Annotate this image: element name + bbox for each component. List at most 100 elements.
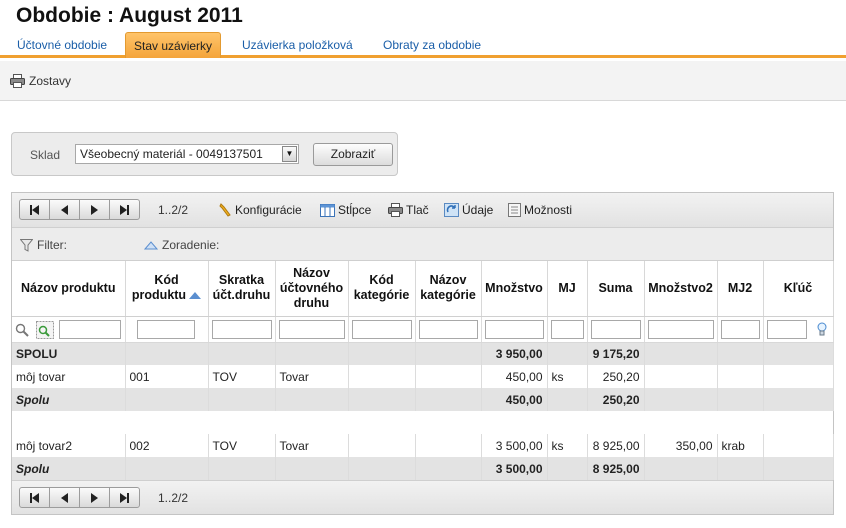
next-page-button[interactable]	[79, 199, 110, 220]
filter-input-kluc[interactable]	[766, 319, 807, 339]
col-header-nazov-kategorie[interactable]: Názov kategórie	[415, 261, 482, 317]
sort-label: Zoradenie:	[162, 238, 220, 252]
filter-cell-mj2	[717, 316, 764, 343]
filter-cell-skratka	[208, 316, 276, 343]
tab-stav-uzavierky[interactable]: Stav uzávierky	[125, 32, 222, 58]
page-range: 1..2/2	[158, 203, 189, 217]
tab-obraty-za-obdobie[interactable]: Obraty za obdobie	[375, 32, 489, 58]
filter-input-mnozstvo[interactable]	[484, 319, 544, 339]
last-page-button[interactable]	[109, 487, 140, 508]
options-label: Možnosti	[524, 203, 573, 217]
filter-input-mj[interactable]	[550, 319, 584, 339]
col-header-nazov-produktu[interactable]: Názov produktu	[12, 261, 126, 317]
table-row[interactable]: môj tovar2 002 TOV Tovar 3 500,00 ks 8 9…	[12, 434, 834, 457]
report-toolbar: Zostavy	[0, 61, 846, 101]
cell-mj2	[717, 365, 764, 388]
cell-mnozstvo2: 350,00	[644, 434, 718, 457]
table-row[interactable]: môj tovar 001 TOV Tovar 450,00 ks 250,20	[12, 365, 834, 388]
cell-nazov: môj tovar2	[12, 434, 126, 457]
sklad-label: Sklad	[30, 148, 61, 162]
filter-input-suma[interactable]	[590, 319, 641, 339]
refresh-icon	[444, 203, 459, 217]
data-button[interactable]: Údaje	[444, 203, 493, 217]
lightbulb-icon[interactable]	[817, 322, 827, 337]
cell-mnozstvo: 450,00	[481, 365, 548, 388]
col-header-mj[interactable]: MJ	[547, 261, 588, 317]
print-button[interactable]: Tlač	[388, 203, 429, 217]
grand-total-suma: 9 175,20	[587, 342, 645, 365]
filter-cell-druh	[275, 316, 349, 343]
col-header-suma[interactable]: Suma	[587, 261, 645, 317]
tab-uzavierka-polozkova[interactable]: Uzávierka položková	[234, 32, 361, 58]
subtotal-mnozstvo: 450,00	[481, 388, 548, 411]
cell-mj2: krab	[717, 434, 764, 457]
next-page-button[interactable]	[79, 487, 110, 508]
col-header-kod-produktu[interactable]: Kód produktu	[125, 261, 209, 317]
prev-page-button[interactable]	[49, 487, 80, 508]
col-header-mnozstvo2[interactable]: Množstvo2	[644, 261, 718, 317]
columns-button[interactable]: Stĺpce	[320, 203, 371, 217]
cell-mj: ks	[547, 434, 588, 457]
columns-icon	[320, 203, 335, 217]
col-header-mnozstvo[interactable]: Množstvo	[481, 261, 548, 317]
filter-drop-zone[interactable]: Filter:	[20, 238, 67, 252]
filter-input-kod[interactable]	[136, 319, 195, 339]
prev-page-button[interactable]	[49, 199, 80, 220]
options-button[interactable]: Možnosti	[508, 203, 572, 217]
data-grid: 1..2/2 Konfigurácie Stĺpce Tlač Údaje Mo…	[11, 192, 834, 515]
first-page-button[interactable]	[19, 199, 50, 220]
printer-icon	[10, 74, 25, 88]
data-label: Údaje	[462, 203, 494, 217]
filter-input-skratka[interactable]	[211, 319, 272, 339]
grand-total-row: SPOLU 3 950,00 9 175,20	[12, 342, 834, 365]
grid-footer: 1..2/2	[12, 480, 833, 514]
filter-input-kat-nazov[interactable]	[418, 319, 478, 339]
cell-skratka: TOV	[208, 434, 276, 457]
filter-cell-mnozstvo	[481, 316, 548, 343]
cell-druh: Tovar	[275, 434, 349, 457]
filter-input-nazov[interactable]	[59, 319, 121, 339]
sort-drop-zone[interactable]: Zoradenie:	[144, 238, 219, 252]
col-header-nazov-druhu[interactable]: Názov účtovného druhu	[275, 261, 349, 317]
filter-cell-mj	[547, 316, 588, 343]
cell-kat-nazov	[415, 434, 482, 457]
config-button[interactable]: Konfigurácie	[218, 203, 302, 217]
last-page-button[interactable]	[109, 199, 140, 220]
subtotal-row: Spolu 3 500,00 8 925,00	[12, 457, 834, 480]
zostavy-label: Zostavy	[29, 74, 72, 88]
filter-input-mj2[interactable]	[720, 319, 760, 339]
cell-mnozstvo2	[644, 365, 718, 388]
col-header-kod-produktu-label: Kód produktu	[131, 273, 187, 303]
print-label: Tlač	[406, 203, 429, 217]
tab-uctovne-obdobie[interactable]: Účtovné obdobie	[9, 32, 115, 58]
search-icon[interactable]	[15, 323, 29, 337]
filter-sort-row: Filter: Zoradenie:	[12, 228, 833, 261]
col-header-kod-kategorie[interactable]: Kód kategórie	[348, 261, 416, 317]
first-page-button[interactable]	[19, 487, 50, 508]
filter-label: Filter:	[37, 238, 67, 252]
clear-filter-icon[interactable]	[36, 320, 54, 339]
config-label: Konfigurácie	[235, 203, 302, 217]
zostavy-button[interactable]: Zostavy	[10, 74, 71, 88]
sklad-select[interactable]: Všeobecný materiál - 0049137501 ▼	[75, 144, 299, 164]
prev-page-icon	[61, 492, 68, 503]
filter-input-druh[interactable]	[278, 319, 345, 339]
cell-kat-nazov	[415, 365, 482, 388]
sort-ascending-icon	[189, 292, 202, 300]
column-filter-row	[12, 316, 834, 343]
filter-cell-suma	[587, 316, 645, 343]
cell-mj: ks	[547, 365, 588, 388]
col-header-kluc[interactable]: Kľúč	[763, 261, 834, 317]
last-page-icon	[120, 204, 127, 215]
grand-total-mnozstvo: 3 950,00	[481, 342, 548, 365]
cell-kod: 002	[125, 434, 209, 457]
filter-input-mnozstvo2[interactable]	[647, 319, 714, 339]
next-page-icon	[91, 204, 98, 215]
show-button[interactable]: Zobraziť	[313, 143, 393, 166]
chevron-down-icon[interactable]: ▼	[282, 146, 297, 162]
cell-kat-kod	[348, 365, 416, 388]
col-header-mj2[interactable]: MJ2	[717, 261, 764, 317]
col-header-skratka[interactable]: Skratka účt.druhu	[208, 261, 276, 317]
next-page-icon	[91, 492, 98, 503]
filter-input-kat-kod[interactable]	[351, 319, 412, 339]
